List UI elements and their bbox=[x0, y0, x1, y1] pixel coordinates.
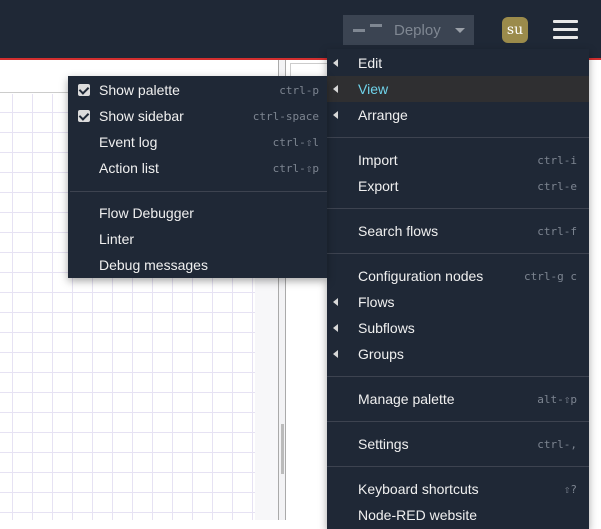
menu-item-shortcut: ctrl-e bbox=[537, 179, 577, 193]
menu-item-label: Event log bbox=[99, 134, 158, 150]
menu-item-label: Configuration nodes bbox=[358, 268, 484, 284]
menu-item-action-list[interactable]: Action list ctrl-⇧p bbox=[68, 155, 327, 181]
menu-item-shortcut: ctrl-space bbox=[252, 109, 319, 123]
menu-item-shortcut: ctrl-, bbox=[537, 437, 577, 451]
menu-item-label: Import bbox=[358, 152, 398, 168]
menu-item-show-palette[interactable]: Show palette ctrl-p bbox=[68, 77, 327, 103]
caret-left-icon bbox=[333, 59, 338, 67]
caret-left-icon bbox=[333, 324, 338, 332]
menu-separator bbox=[327, 199, 589, 218]
menu-item-edit[interactable]: Edit bbox=[327, 50, 589, 76]
menu-separator bbox=[68, 181, 327, 200]
menu-item-view[interactable]: View bbox=[327, 76, 589, 102]
menu-item-groups[interactable]: Groups bbox=[327, 341, 589, 367]
menu-item-label: Search flows bbox=[358, 223, 439, 239]
menu-item-label: Settings bbox=[358, 436, 409, 452]
checkbox-checked-icon[interactable] bbox=[78, 84, 90, 96]
menu-item-label: Node-RED website bbox=[358, 507, 478, 523]
menu-item-search-flows[interactable]: Search flows ctrl-f bbox=[327, 218, 589, 244]
menu-separator bbox=[327, 367, 589, 386]
menu-item-label: Edit bbox=[358, 55, 383, 71]
menu-item-label: Action list bbox=[99, 160, 159, 176]
menu-item-label: Keyboard shortcuts bbox=[358, 481, 479, 497]
menu-item-shortcut: ctrl-i bbox=[537, 153, 577, 167]
hamburger-menu-icon[interactable] bbox=[553, 20, 578, 40]
deploy-icon bbox=[353, 23, 385, 37]
menu-item-keyboard-shortcuts[interactable]: Keyboard shortcuts ⇧? bbox=[327, 476, 589, 502]
menu-item-import[interactable]: Import ctrl-i bbox=[327, 147, 589, 173]
menu-item-shortcut: ctrl-f bbox=[537, 224, 577, 238]
menu-item-shortcut: ⇧? bbox=[563, 482, 577, 496]
menu-item-event-log[interactable]: Event log ctrl-⇧l bbox=[68, 129, 327, 155]
deploy-button[interactable]: Deploy bbox=[343, 15, 474, 45]
menu-item-export[interactable]: Export ctrl-e bbox=[327, 173, 589, 199]
chevron-down-icon[interactable] bbox=[455, 27, 465, 33]
menu-item-shortcut: ctrl-g c bbox=[524, 269, 577, 283]
menu-item-shortcut: alt-⇧p bbox=[537, 392, 577, 406]
menu-item-label: Groups bbox=[358, 346, 404, 362]
menu-item-show-sidebar[interactable]: Show sidebar ctrl-space bbox=[68, 103, 327, 129]
menu-item-node-red-website[interactable]: Node-RED website bbox=[327, 502, 589, 528]
menu-item-linter[interactable]: Linter bbox=[68, 226, 327, 252]
menu-item-shortcut: ctrl-⇧l bbox=[272, 135, 319, 149]
menu-item-label: Arrange bbox=[358, 107, 408, 123]
menu-item-label: Debug messages bbox=[99, 257, 208, 273]
menu-item-subflows[interactable]: Subflows bbox=[327, 315, 589, 341]
menu-separator bbox=[327, 244, 589, 263]
menu-item-label: Manage palette bbox=[358, 391, 455, 407]
deploy-label: Deploy bbox=[394, 21, 441, 39]
menu-item-label: Flow Debugger bbox=[99, 205, 194, 221]
menu-item-label: Show palette bbox=[99, 82, 180, 98]
menu-separator bbox=[327, 128, 589, 147]
menu-separator bbox=[327, 412, 589, 431]
menu-separator bbox=[327, 457, 589, 476]
menu-item-label: Show sidebar bbox=[99, 108, 184, 124]
menu-item-shortcut: ctrl-⇧p bbox=[272, 161, 319, 175]
menu-item-debug-messages[interactable]: Debug messages bbox=[68, 252, 327, 278]
menu-item-arrange[interactable]: Arrange bbox=[327, 102, 589, 128]
menu-item-shortcut: ctrl-p bbox=[279, 83, 319, 97]
menu-item-label: Subflows bbox=[358, 320, 415, 336]
menu-item-label: View bbox=[358, 81, 389, 97]
caret-left-icon bbox=[333, 298, 338, 306]
menu-item-label: Flows bbox=[358, 294, 395, 310]
caret-left-icon bbox=[333, 350, 338, 358]
checkbox-checked-icon[interactable] bbox=[78, 110, 90, 122]
menu-item-label: Linter bbox=[99, 231, 135, 247]
menu-item-label: Export bbox=[358, 178, 399, 194]
main-menu: Edit View Arrange Import ctrl-i Export ctrl-e S… bbox=[327, 49, 589, 529]
menu-item-manage-palette[interactable]: Manage palette alt-⇧p bbox=[327, 386, 589, 412]
menu-item-settings[interactable]: Settings ctrl-, bbox=[327, 431, 589, 457]
caret-left-icon bbox=[333, 111, 338, 119]
caret-left-icon bbox=[333, 85, 338, 93]
user-avatar[interactable]: su bbox=[502, 17, 528, 43]
menu-item-configuration-nodes[interactable]: Configuration nodes ctrl-g c bbox=[327, 263, 589, 289]
view-submenu: Show palette ctrl-p Show sidebar ctrl-space… bbox=[68, 76, 327, 278]
scrollbar[interactable] bbox=[281, 424, 284, 474]
menu-item-flow-debugger[interactable]: Flow Debugger bbox=[68, 200, 327, 226]
menu-item-flows[interactable]: Flows bbox=[327, 289, 589, 315]
